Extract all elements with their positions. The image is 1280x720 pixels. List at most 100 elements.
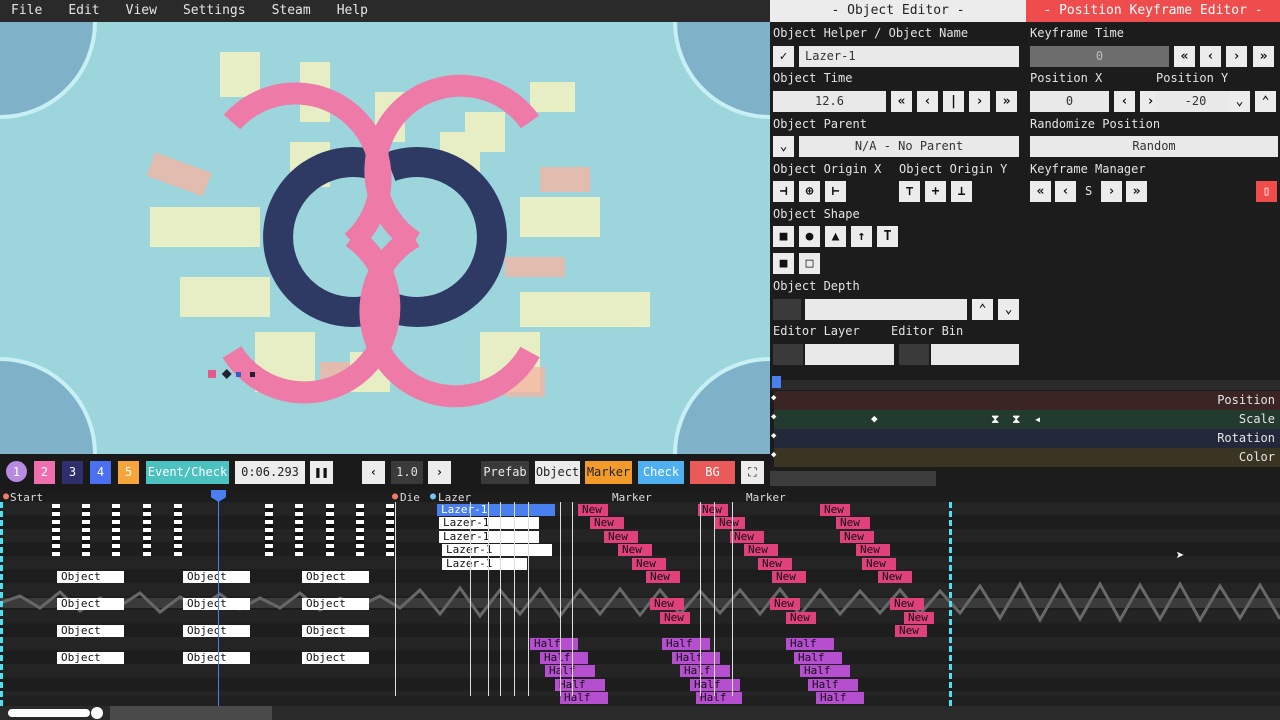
- marker-label-1[interactable]: Marker: [612, 491, 652, 504]
- timeline-object[interactable]: Object: [57, 625, 124, 637]
- pause-icon[interactable]: ❚❚: [310, 461, 333, 484]
- new-object[interactable]: New: [856, 544, 890, 556]
- layer-1-button[interactable]: 1: [6, 461, 27, 482]
- new-object[interactable]: New: [758, 558, 792, 570]
- origin-bottom-icon[interactable]: ⊥: [951, 181, 972, 202]
- kf-playhead[interactable]: [772, 376, 781, 388]
- time-back-icon[interactable]: ‹: [917, 91, 938, 112]
- position-y-input[interactable]: -20: [1156, 91, 1235, 112]
- rotation-keyframe-0[interactable]: ◆: [771, 431, 776, 441]
- kf-time-back-icon[interactable]: ‹: [1200, 46, 1221, 67]
- main-timeline[interactable]: ● Start ● Die ● Lazer Marker Marker Obje…: [0, 490, 1280, 706]
- stripe-object[interactable]: [326, 504, 334, 556]
- editor-bin-input[interactable]: [899, 344, 929, 365]
- stripe-object[interactable]: [386, 504, 394, 556]
- half-object[interactable]: Half: [794, 652, 842, 664]
- kf-row-position[interactable]: Position: [774, 391, 1280, 410]
- kf-first-icon[interactable]: «: [1030, 181, 1051, 202]
- half-object[interactable]: Half: [816, 692, 864, 704]
- half-object[interactable]: Half: [680, 665, 730, 677]
- time-forward-icon[interactable]: ›: [969, 91, 990, 112]
- shape-triangle-icon[interactable]: ▲: [825, 226, 846, 247]
- prefab-button[interactable]: Prefab: [481, 461, 529, 484]
- bg-button[interactable]: BG: [690, 461, 735, 484]
- die-marker[interactable]: Die: [400, 491, 420, 504]
- stripe-object[interactable]: [356, 504, 364, 556]
- new-object[interactable]: New: [836, 517, 870, 529]
- menu-help[interactable]: Help: [330, 0, 375, 22]
- kf-time-forward-icon[interactable]: ›: [1226, 46, 1247, 67]
- layer-4-button[interactable]: 4: [90, 461, 111, 484]
- new-object[interactable]: New: [650, 598, 684, 610]
- timeline-object[interactable]: Object: [57, 598, 124, 610]
- new-object[interactable]: New: [770, 598, 800, 610]
- keyframe-timeline[interactable]: Position Scale Rotation Color ◆ ⧗ ⧗ ◂ ◆ …: [770, 372, 1280, 490]
- delete-keyframe-icon[interactable]: ▯: [1256, 181, 1277, 202]
- half-object[interactable]: Half: [786, 638, 834, 650]
- color-keyframe-0[interactable]: ◆: [771, 450, 776, 460]
- new-object[interactable]: New: [618, 544, 652, 556]
- shape-circle-icon[interactable]: ●: [799, 226, 820, 247]
- new-object[interactable]: New: [715, 517, 745, 529]
- keyframe-time-input[interactable]: 0: [1030, 46, 1169, 67]
- playback-speed[interactable]: 1.0: [391, 461, 423, 484]
- object-button[interactable]: Object: [535, 461, 580, 484]
- lazer-object[interactable]: Lazer-1: [439, 531, 539, 543]
- new-object[interactable]: New: [772, 571, 806, 583]
- stripe-object[interactable]: [112, 504, 120, 556]
- half-object[interactable]: Half: [800, 665, 850, 677]
- timeline-scrollbar-thumb[interactable]: [110, 706, 272, 720]
- origin-left-icon[interactable]: ⊣: [773, 181, 794, 202]
- timeline-object[interactable]: Object: [183, 652, 250, 664]
- new-object[interactable]: New: [660, 612, 690, 624]
- zoom-slider-handle[interactable]: [91, 707, 103, 719]
- lazer-object[interactable]: Lazer-1: [442, 544, 552, 556]
- shape-variant-hollow-icon[interactable]: □: [799, 253, 820, 274]
- menu-edit[interactable]: Edit: [61, 0, 106, 22]
- timeline-object[interactable]: Object: [302, 571, 369, 583]
- object-time-input[interactable]: 12.6: [773, 91, 886, 112]
- editor-layer-input[interactable]: [773, 344, 803, 365]
- timeline-object[interactable]: Object: [183, 598, 250, 610]
- marker-button[interactable]: Marker: [585, 461, 632, 484]
- timeline-object[interactable]: Object: [302, 598, 369, 610]
- check-button[interactable]: Check: [638, 461, 684, 484]
- timeline-object[interactable]: Object: [302, 652, 369, 664]
- layer-2-button[interactable]: 2: [34, 461, 55, 484]
- depth-down-icon[interactable]: ⌄: [998, 299, 1019, 320]
- kf-row-scale[interactable]: Scale: [774, 410, 1280, 429]
- speed-up-icon[interactable]: ›: [428, 461, 451, 484]
- new-object[interactable]: New: [890, 598, 924, 610]
- editor-layer-slider[interactable]: [805, 344, 894, 365]
- kf-prev-icon[interactable]: ‹: [1055, 181, 1076, 202]
- random-button[interactable]: Random: [1030, 136, 1278, 157]
- menu-settings[interactable]: Settings: [176, 0, 253, 22]
- kf-time-start-icon[interactable]: «: [1174, 46, 1195, 67]
- pos-x-decrease-icon[interactable]: ‹: [1114, 91, 1135, 112]
- kf-time-end-icon[interactable]: »: [1253, 46, 1274, 67]
- position-x-input[interactable]: 0: [1030, 91, 1109, 112]
- event-check-button[interactable]: Event/Check: [146, 461, 229, 484]
- half-object[interactable]: Half: [662, 638, 710, 650]
- kf-row-rotation[interactable]: Rotation: [774, 429, 1280, 448]
- timeline-object[interactable]: Object: [183, 571, 250, 583]
- origin-top-icon[interactable]: ⊤: [899, 181, 920, 202]
- layer-5-button[interactable]: 5: [118, 461, 139, 484]
- shape-square-icon[interactable]: ■: [773, 226, 794, 247]
- editor-bin-slider[interactable]: [931, 344, 1019, 365]
- time-set-icon[interactable]: |: [943, 91, 964, 112]
- timeline-object[interactable]: Object: [57, 652, 124, 664]
- object-helper-checkbox[interactable]: ✓: [773, 46, 794, 67]
- scale-keyframe-1[interactable]: ◆: [871, 412, 878, 425]
- half-object[interactable]: Half: [696, 692, 742, 704]
- half-object[interactable]: Half: [560, 692, 608, 704]
- time-end-icon[interactable]: »: [996, 91, 1017, 112]
- stripe-object[interactable]: [82, 504, 90, 556]
- zoom-slider-track[interactable]: [8, 709, 90, 717]
- time-display[interactable]: 0:06.293: [235, 461, 305, 484]
- lazer-marker[interactable]: Lazer: [438, 491, 471, 504]
- half-object[interactable]: Half: [540, 652, 588, 664]
- half-object[interactable]: Half: [808, 679, 858, 691]
- scale-keyframe-4[interactable]: ◂: [1034, 412, 1041, 426]
- new-object[interactable]: New: [820, 504, 850, 516]
